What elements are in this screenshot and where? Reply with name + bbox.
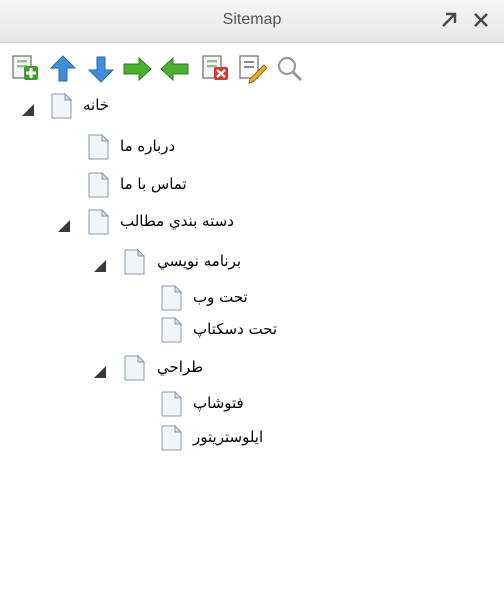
sitemap-toolbar: [0, 52, 504, 90]
tree-node-categories: دسته بندي مطالب: [0, 208, 504, 242]
tree-node-label[interactable]: درباره ما: [120, 137, 175, 155]
page-icon: [161, 391, 182, 417]
tree-node-programming: برنامه نويسي: [0, 248, 504, 282]
tree-node-label[interactable]: تماس با ما: [120, 175, 187, 193]
page-icon: [88, 172, 109, 198]
tree-node-label[interactable]: ايلوستريتور: [193, 428, 263, 446]
page-icon: [51, 93, 72, 119]
tree-node-label[interactable]: خانه: [83, 96, 109, 114]
expanded-arrow-icon[interactable]: [92, 258, 108, 274]
tree-node-illustrator: ايلوستريتور: [0, 424, 504, 458]
expanded-arrow-icon[interactable]: [20, 102, 36, 118]
tree-node-desktop: تحت دسکتاپ: [0, 316, 504, 350]
panel-titlebar: Sitemap: [0, 0, 504, 43]
tree-node-web: تحت وب: [0, 284, 504, 318]
pin-button[interactable]: [438, 9, 460, 31]
delete-page-icon: [202, 55, 228, 80]
tree-node-about: درباره ما: [0, 133, 504, 167]
add-page-button[interactable]: [8, 52, 42, 86]
arrow-left-icon: [160, 56, 189, 82]
move-up-button[interactable]: [46, 52, 80, 86]
close-button[interactable]: [470, 9, 492, 31]
sitemap-panel: Sitemap خانه درباره ما تماس با ما دسته ب…: [0, 0, 504, 610]
tree-node-label[interactable]: برنامه نويسي: [157, 252, 241, 270]
tree-node-label[interactable]: طراحي: [157, 358, 203, 376]
close-icon: [474, 13, 488, 27]
page-icon: [88, 209, 109, 235]
page-icon: [161, 285, 182, 311]
expanded-arrow-icon[interactable]: [92, 364, 108, 380]
page-icon: [124, 355, 145, 381]
arrow-right-icon: [123, 56, 152, 82]
search-button[interactable]: [272, 52, 306, 86]
move-down-button[interactable]: [84, 52, 118, 86]
tree-node-photoshop: فتوشاپ: [0, 390, 504, 424]
page-icon: [124, 249, 145, 275]
page-icon: [161, 425, 182, 451]
sitemap-tree: خانه درباره ما تماس با ما دسته بندي مطال…: [0, 90, 504, 610]
page-icon: [161, 317, 182, 343]
panel-title: Sitemap: [222, 11, 282, 28]
expanded-arrow-icon[interactable]: [56, 218, 72, 234]
tree-node-label[interactable]: دسته بندي مطالب: [120, 212, 234, 230]
tree-node-contact: تماس با ما: [0, 171, 504, 205]
indent-button[interactable]: [120, 52, 154, 86]
tree-node-design: طراحي: [0, 354, 504, 388]
tree-node-label[interactable]: فتوشاپ: [193, 394, 244, 412]
search-icon: [277, 56, 303, 82]
edit-page-button[interactable]: [236, 52, 270, 86]
page-icon: [88, 134, 109, 160]
tree-node-label[interactable]: تحت وب: [193, 288, 248, 306]
add-page-icon: [12, 55, 38, 80]
tree-node-label[interactable]: تحت دسکتاپ: [193, 320, 277, 338]
arrow-down-icon: [87, 56, 115, 83]
delete-page-button[interactable]: [198, 52, 232, 86]
outdent-button[interactable]: [158, 52, 192, 86]
tree-node-home: خانه: [0, 92, 504, 126]
arrow-up-icon: [49, 55, 77, 82]
expand-arrow-icon: [442, 12, 457, 27]
edit-page-icon: [239, 55, 268, 84]
